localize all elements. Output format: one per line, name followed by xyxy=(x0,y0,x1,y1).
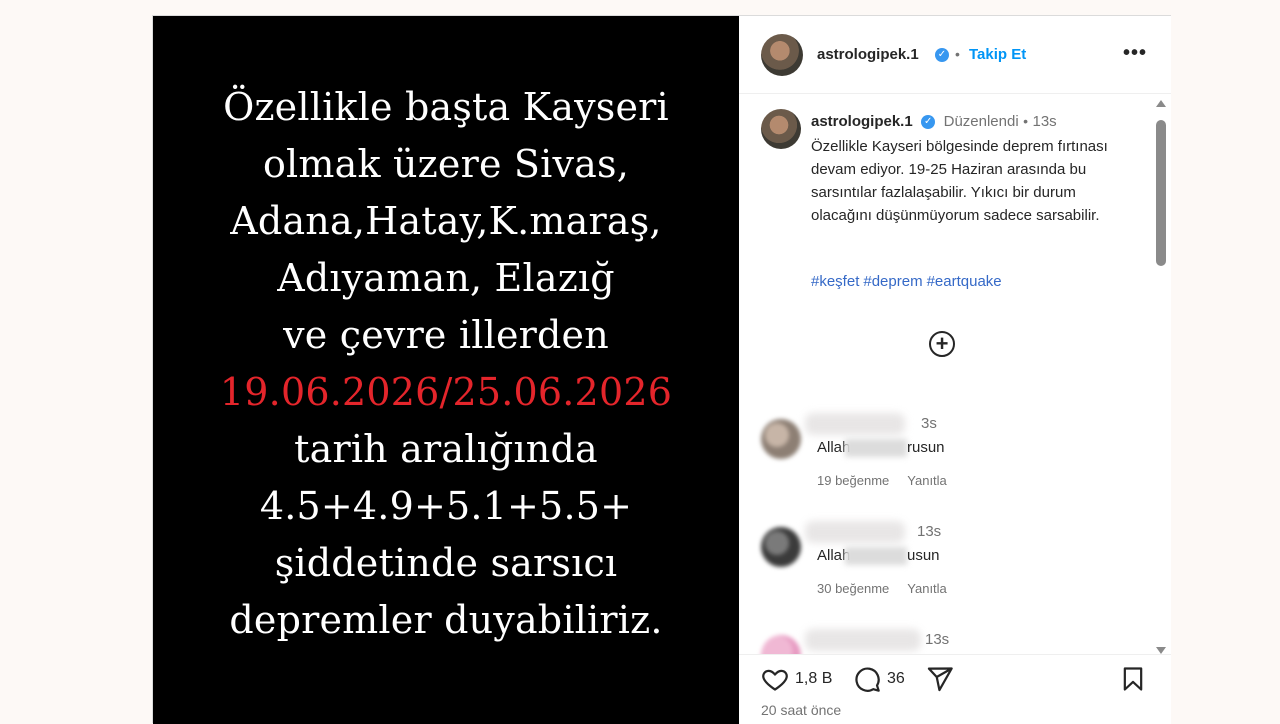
post-image-text: Özellikle başta Kayseri olmak üzere Siva… xyxy=(220,79,672,649)
reply-button[interactable]: Yanıtla xyxy=(907,473,947,488)
comment-text-blurred xyxy=(845,547,907,565)
send-icon xyxy=(927,667,953,692)
like-count: 1,8 B xyxy=(795,670,833,687)
comments-scrollbar[interactable] xyxy=(1155,100,1167,654)
heart-icon xyxy=(762,669,788,691)
image-text-line: olmak üzere Sivas, xyxy=(262,142,630,186)
reply-button[interactable]: Yanıtla xyxy=(907,581,947,596)
comments-area[interactable]: astrologipek.1 ✓ Düzenlendi • 13s Özelli… xyxy=(739,95,1171,655)
comment-count: 36 xyxy=(887,670,905,687)
image-text-line: tarih aralığında xyxy=(294,427,598,471)
comment-avatar[interactable] xyxy=(761,635,801,655)
comment-text-rest: usun xyxy=(907,547,940,564)
verified-badge-icon: ✓ xyxy=(935,48,949,62)
share-button[interactable] xyxy=(926,665,954,693)
like-button[interactable]: 1,8 B xyxy=(761,665,832,693)
verified-badge-icon: ✓ xyxy=(921,114,936,129)
comment-avatar[interactable] xyxy=(761,527,801,567)
caption-time: 13s xyxy=(1032,113,1057,130)
comment-item: 13s xyxy=(739,629,1139,655)
comment-actions: 30 beğenme Yanıtla xyxy=(817,581,965,596)
scroll-down-arrow-icon[interactable] xyxy=(1156,647,1166,654)
comment-likes[interactable]: 19 beğenme xyxy=(817,473,889,488)
image-text-line: Özellikle başta Kayseri xyxy=(223,85,669,129)
comment-bubble-icon xyxy=(855,667,880,692)
post-image: Özellikle başta Kayseri olmak üzere Siva… xyxy=(153,16,739,724)
image-text-line: depremler duyabiliriz. xyxy=(229,598,663,642)
comment-time: 13s xyxy=(917,523,942,540)
post-sidebar: astrologipek.1 ✓ • Takip Et ••• astrolog… xyxy=(739,16,1171,724)
more-options-icon[interactable]: ••• xyxy=(1123,42,1147,65)
comment-button[interactable]: 36 xyxy=(853,665,905,693)
follow-button[interactable]: Takip Et xyxy=(969,46,1026,63)
comment-time: 3s xyxy=(921,415,937,432)
comment-item: 13s Allah usun 30 beğenme Yanıtla xyxy=(739,521,1139,621)
comment-likes[interactable]: 30 beğenme xyxy=(817,581,889,596)
load-more-comments-icon[interactable]: + xyxy=(929,331,955,357)
hashtag-link[interactable]: #keşfet xyxy=(811,273,859,290)
scroll-up-arrow-icon[interactable] xyxy=(1156,100,1166,107)
comment-item: 3s Allah rusun 19 beğenme Yanıtla xyxy=(739,413,1139,513)
comment-username-blurred xyxy=(805,521,905,543)
caption-meta: astrologipek.1 ✓ Düzenlendi • 13s xyxy=(811,113,1057,131)
post-header: astrologipek.1 ✓ • Takip Et ••• xyxy=(739,16,1171,94)
comment-text-rest: rusun xyxy=(907,439,945,456)
instagram-post: Özellikle başta Kayseri olmak üzere Siva… xyxy=(152,15,1171,724)
avatar[interactable] xyxy=(761,34,803,76)
image-text-line: Adıyaman, Elazığ xyxy=(277,256,615,300)
post-actions-bar: 1,8 B 36 20 saat önce xyxy=(739,654,1171,724)
comment-username-blurred xyxy=(805,629,921,651)
comment-username-blurred xyxy=(805,413,905,435)
separator-dot: • xyxy=(955,46,960,62)
separator-dot: • xyxy=(1023,113,1029,129)
header-username[interactable]: astrologipek.1 xyxy=(817,46,919,63)
edited-label: Düzenlendi xyxy=(943,113,1019,130)
scrollbar-thumb[interactable] xyxy=(1156,120,1166,266)
hashtags: #keşfet #deprem #eartquake xyxy=(811,273,1006,290)
image-text-line: Adana,Hatay,K.maraş, xyxy=(230,199,662,243)
caption-username[interactable]: astrologipek.1 xyxy=(811,113,913,130)
hashtag-link[interactable]: #deprem xyxy=(863,273,922,290)
image-text-date-range: 19.06.2026/25.06.2026 xyxy=(219,370,673,414)
save-button[interactable] xyxy=(1119,665,1147,693)
hashtag-link[interactable]: #eartquake xyxy=(927,273,1002,290)
caption-text: Özellikle Kayseri bölgesinde deprem fırt… xyxy=(811,138,1108,224)
comment-actions: 19 beğenme Yanıtla xyxy=(817,473,965,488)
comment-text-blurred xyxy=(845,439,907,457)
bookmark-icon xyxy=(1123,667,1143,691)
comment-avatar[interactable] xyxy=(761,419,801,459)
post-timestamp: 20 saat önce xyxy=(761,702,842,718)
image-text-line: ve çevre illerden xyxy=(283,313,609,357)
comment-time: 13s xyxy=(925,631,950,648)
caption-avatar[interactable] xyxy=(761,109,801,149)
image-text-line: 4.5+4.9+5.1+5.5+ xyxy=(259,484,633,528)
image-text-line: şiddetinde sarsıcı xyxy=(274,541,618,585)
